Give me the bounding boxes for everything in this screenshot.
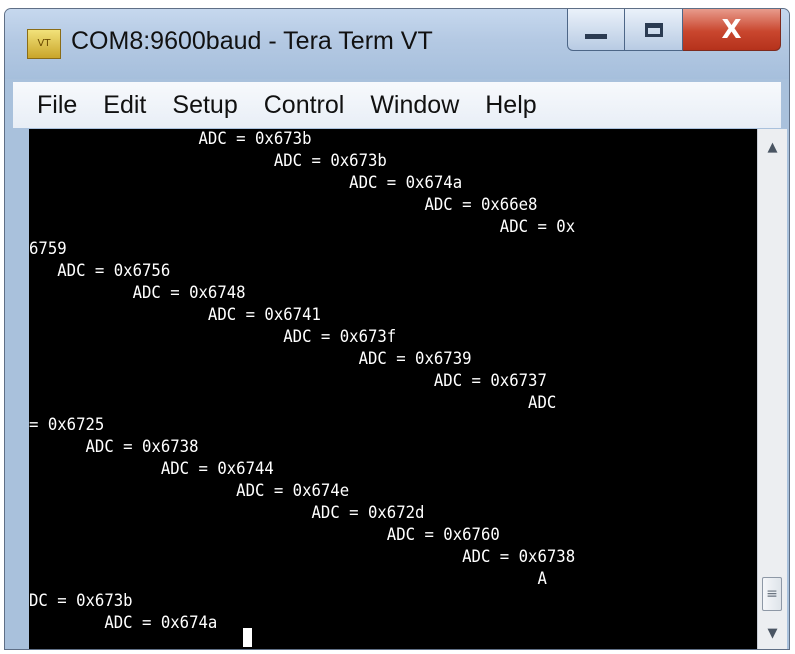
- menu-window[interactable]: Window: [370, 91, 459, 120]
- terminal-line: ADC = 0x6739: [29, 349, 472, 369]
- terminal-line: = 0x6725: [29, 415, 105, 435]
- terminal-line: ADC = 0x673f: [29, 327, 397, 347]
- vertical-scrollbar[interactable]: ▲ ≡ ▼: [757, 129, 787, 649]
- terminal-line: ADC = 0x673b: [29, 129, 312, 149]
- terminal-line: ADC: [29, 393, 557, 413]
- terminal-screen[interactable]: ADC = 0x673b ADC = 0x673b ADC = 0x674a A…: [29, 129, 757, 649]
- menu-bar: File Edit Setup Control Window Help: [13, 82, 781, 128]
- minimize-icon: [585, 34, 607, 39]
- terminal-line: ADC = 0x6744: [29, 459, 274, 479]
- terminal-line: ADC = 0x6738: [29, 437, 199, 457]
- terminal-line: ADC = 0x6741: [29, 305, 321, 325]
- minimize-button[interactable]: [567, 9, 625, 51]
- text-cursor: [243, 628, 252, 647]
- menu-edit[interactable]: Edit: [103, 91, 146, 120]
- terminal-line: ADC = 0x674e: [29, 481, 350, 501]
- terminal-line: ADC = 0x6738: [29, 547, 576, 567]
- terminal-line: DC = 0x673b: [29, 591, 133, 611]
- menu-setup[interactable]: Setup: [172, 91, 237, 120]
- terminal-line: ADC = 0x6760: [29, 525, 500, 545]
- terminal-line: ADC = 0x674a: [29, 173, 463, 193]
- terminal-line: ADC = 0x6737: [29, 371, 547, 391]
- teraterm-icon[interactable]: VT: [27, 29, 61, 59]
- terminal-line: ADC = 0x: [29, 217, 576, 237]
- terminal-line: ADC = 0x66e8: [29, 195, 538, 215]
- terminal-line: A: [29, 569, 547, 589]
- scroll-up-icon[interactable]: ▲: [758, 131, 787, 163]
- scroll-down-icon[interactable]: ▼: [758, 617, 787, 649]
- terminal-line: ADC = 0x6756: [29, 261, 171, 281]
- terminal-line: ADC = 0x6748: [29, 283, 246, 303]
- window-title: COM8:9600baud - Tera Term VT: [71, 27, 433, 55]
- window-controls: X: [567, 9, 781, 51]
- terminal-line: ADC = 0x672d: [29, 503, 425, 523]
- close-button[interactable]: X: [683, 9, 781, 51]
- teraterm-window: VT COM8:9600baud - Tera Term VT X File E…: [4, 8, 790, 650]
- terminal-line: 6759: [29, 239, 67, 259]
- terminal-line: ADC = 0x674a: [29, 613, 218, 633]
- scrollbar-thumb[interactable]: ≡: [762, 577, 782, 611]
- menu-help[interactable]: Help: [485, 91, 536, 120]
- maximize-button[interactable]: [625, 9, 683, 51]
- menu-file[interactable]: File: [37, 91, 77, 120]
- close-icon: X: [721, 14, 742, 45]
- maximize-icon: [644, 22, 663, 37]
- terminal-line: ADC = 0x673b: [29, 151, 387, 171]
- menu-control[interactable]: Control: [264, 91, 345, 120]
- title-bar[interactable]: VT COM8:9600baud - Tera Term VT X: [5, 9, 789, 79]
